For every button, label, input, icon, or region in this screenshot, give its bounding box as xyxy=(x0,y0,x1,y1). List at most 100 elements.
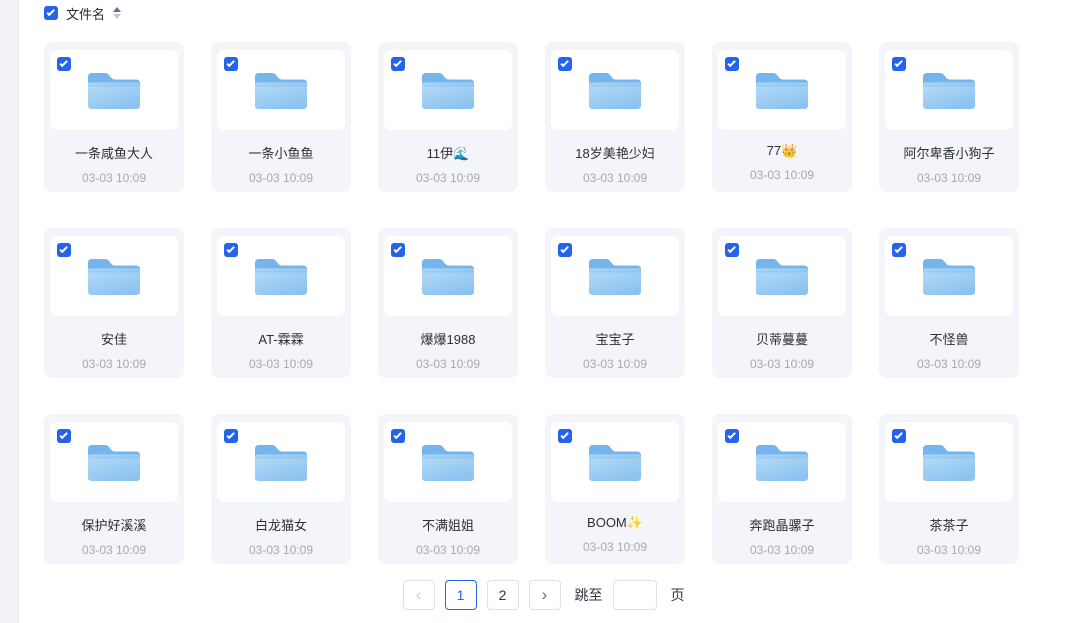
folder-checkbox[interactable] xyxy=(892,243,906,257)
folder-name[interactable]: 宝宝子 xyxy=(545,329,685,348)
folder-name[interactable]: 保护好溪溪 xyxy=(44,515,184,534)
folder-thumbnail xyxy=(718,50,846,130)
folder-date: 03-03 10:09 xyxy=(44,171,184,185)
folder-date: 03-03 10:09 xyxy=(378,357,518,371)
folder-icon xyxy=(85,439,143,485)
folder-name[interactable]: 阿尔卑香小狗子 xyxy=(879,143,1019,162)
folder-checkbox[interactable] xyxy=(391,243,405,257)
folder-name[interactable]: 安佳 xyxy=(44,329,184,348)
folder-card[interactable]: 茶茶子 03-03 10:09 xyxy=(879,414,1019,564)
folder-thumbnail xyxy=(217,422,345,502)
folder-checkbox[interactable] xyxy=(558,243,572,257)
sort-carets-icon[interactable] xyxy=(113,7,121,19)
check-icon xyxy=(46,8,54,16)
folder-checkbox[interactable] xyxy=(57,243,71,257)
folder-checkbox[interactable] xyxy=(391,429,405,443)
folder-icon xyxy=(753,67,811,113)
folder-name[interactable]: 奔跑晶骡子 xyxy=(712,515,852,534)
caret-down-icon xyxy=(113,14,121,19)
folder-thumbnail xyxy=(718,422,846,502)
folder-thumbnail xyxy=(551,422,679,502)
folder-card[interactable]: 阿尔卑香小狗子 03-03 10:09 xyxy=(879,42,1019,192)
folder-thumbnail xyxy=(217,50,345,130)
folder-name[interactable]: 茶茶子 xyxy=(879,515,1019,534)
folder-card[interactable]: 一条小鱼鱼 03-03 10:09 xyxy=(211,42,351,192)
folder-checkbox[interactable] xyxy=(725,429,739,443)
folder-card[interactable]: 贝蒂蔓蔓 03-03 10:09 xyxy=(712,228,852,378)
folder-date: 03-03 10:09 xyxy=(712,357,852,371)
check-icon xyxy=(59,431,67,439)
folder-checkbox[interactable] xyxy=(558,429,572,443)
folder-icon xyxy=(586,253,644,299)
folder-card[interactable]: 18岁美艳少妇 03-03 10:09 xyxy=(545,42,685,192)
next-page-button[interactable]: › xyxy=(529,580,561,610)
folder-icon xyxy=(753,439,811,485)
check-icon xyxy=(894,431,902,439)
folder-name[interactable]: 不满姐姐 xyxy=(378,515,518,534)
folder-card[interactable]: 爆爆1988 03-03 10:09 xyxy=(378,228,518,378)
page-button-2[interactable]: 2 xyxy=(487,580,519,610)
page-button-1[interactable]: 1 xyxy=(445,580,477,610)
check-icon xyxy=(727,245,735,253)
folder-checkbox[interactable] xyxy=(224,57,238,71)
folder-card[interactable]: 白龙猫女 03-03 10:09 xyxy=(211,414,351,564)
folder-name[interactable]: 不怪兽 xyxy=(879,329,1019,348)
folder-name[interactable]: BOOM✨ xyxy=(545,515,685,531)
folder-checkbox[interactable] xyxy=(391,57,405,71)
jump-page-input[interactable] xyxy=(613,580,657,610)
check-icon xyxy=(226,431,234,439)
folder-card[interactable]: 奔跑晶骡子 03-03 10:09 xyxy=(712,414,852,564)
folder-checkbox[interactable] xyxy=(892,429,906,443)
folder-name[interactable]: 一条咸鱼大人 xyxy=(44,143,184,162)
folder-card[interactable]: 11伊🌊 03-03 10:09 xyxy=(378,42,518,192)
folder-card[interactable]: 一条咸鱼大人 03-03 10:09 xyxy=(44,42,184,192)
folder-thumbnail xyxy=(217,236,345,316)
folder-name[interactable]: 11伊🌊 xyxy=(378,143,518,162)
folder-date: 03-03 10:09 xyxy=(879,357,1019,371)
folder-checkbox[interactable] xyxy=(224,429,238,443)
folder-card[interactable]: BOOM✨ 03-03 10:09 xyxy=(545,414,685,564)
folder-name[interactable]: 77👑 xyxy=(712,143,852,159)
folder-thumbnail xyxy=(50,236,178,316)
folder-checkbox[interactable] xyxy=(224,243,238,257)
folder-name[interactable]: 一条小鱼鱼 xyxy=(211,143,351,162)
folder-icon xyxy=(586,439,644,485)
folder-card[interactable]: 77👑 03-03 10:09 xyxy=(712,42,852,192)
folder-date: 03-03 10:09 xyxy=(378,171,518,185)
folder-icon xyxy=(920,253,978,299)
prev-page-button[interactable]: ‹ xyxy=(403,580,435,610)
check-icon xyxy=(393,431,401,439)
folder-card[interactable]: 安佳 03-03 10:09 xyxy=(44,228,184,378)
folder-date: 03-03 10:09 xyxy=(44,543,184,557)
folder-date: 03-03 10:09 xyxy=(211,543,351,557)
folder-card[interactable]: 保护好溪溪 03-03 10:09 xyxy=(44,414,184,564)
filename-sort-label[interactable]: 文件名 xyxy=(66,4,105,23)
select-all-checkbox[interactable] xyxy=(44,6,58,20)
folder-checkbox[interactable] xyxy=(725,243,739,257)
folder-checkbox[interactable] xyxy=(725,57,739,71)
folder-checkbox[interactable] xyxy=(558,57,572,71)
check-icon xyxy=(560,59,568,67)
check-icon xyxy=(393,245,401,253)
folder-checkbox[interactable] xyxy=(57,429,71,443)
folder-name[interactable]: 白龙猫女 xyxy=(211,515,351,534)
folder-name[interactable]: 贝蒂蔓蔓 xyxy=(712,329,852,348)
folder-icon xyxy=(586,67,644,113)
page-unit-label: 页 xyxy=(671,585,685,605)
folder-checkbox[interactable] xyxy=(57,57,71,71)
folder-thumbnail xyxy=(50,422,178,502)
folder-name[interactable]: AT-霖霖 xyxy=(211,329,351,348)
folder-icon xyxy=(920,439,978,485)
jump-to-label: 跳至 xyxy=(575,585,603,605)
folder-card[interactable]: AT-霖霖 03-03 10:09 xyxy=(211,228,351,378)
caret-up-icon xyxy=(113,7,121,12)
folder-card[interactable]: 不满姐姐 03-03 10:09 xyxy=(378,414,518,564)
check-icon xyxy=(727,431,735,439)
folder-card[interactable]: 不怪兽 03-03 10:09 xyxy=(879,228,1019,378)
folder-thumbnail xyxy=(384,422,512,502)
folder-card[interactable]: 宝宝子 03-03 10:09 xyxy=(545,228,685,378)
folder-checkbox[interactable] xyxy=(892,57,906,71)
folder-name[interactable]: 爆爆1988 xyxy=(378,329,518,348)
check-icon xyxy=(393,59,401,67)
folder-name[interactable]: 18岁美艳少妇 xyxy=(545,143,685,162)
